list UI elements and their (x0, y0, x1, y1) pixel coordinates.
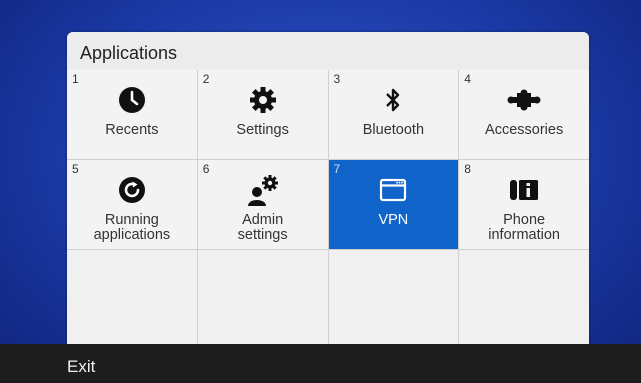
empty-tile (459, 250, 589, 344)
applications-grid: 1 Recents 2 Settings 3 Bluetooth 4 Acces… (67, 70, 589, 344)
app-tile-settings[interactable]: 2 Settings (197, 70, 328, 159)
app-tile-bluetooth[interactable]: 3 Bluetooth (328, 70, 459, 159)
clock-icon (115, 83, 149, 117)
phone-info-icon (507, 173, 541, 207)
app-tile-phone-information[interactable]: 8 Phone information (459, 160, 589, 249)
tile-number: 7 (333, 162, 341, 176)
running-apps-icon (115, 173, 149, 207)
app-tile-accessories[interactable]: 4 Accessories (459, 70, 589, 159)
bluetooth-icon (376, 83, 410, 117)
tile-label: Running applications (93, 212, 171, 243)
tile-label: Phone information (488, 212, 560, 243)
admin-settings-icon (246, 173, 280, 207)
tile-label: Admin settings (237, 212, 288, 243)
panel-title: Applications (67, 32, 589, 70)
empty-tile (67, 250, 197, 344)
applications-panel: Applications 1 Recents 2 Settings 3 Blue… (67, 32, 589, 344)
empty-tile (197, 250, 328, 344)
tile-label: Settings (236, 122, 289, 138)
tile-number: 5 (72, 162, 79, 176)
tile-label: Bluetooth (362, 122, 425, 138)
exit-button[interactable]: Exit (67, 357, 95, 377)
puzzle-icon (507, 83, 541, 117)
tile-number: 8 (464, 162, 471, 176)
tile-label: Accessories (485, 122, 564, 138)
tile-number: 2 (202, 72, 210, 86)
tile-number: 4 (464, 72, 471, 86)
empty-tile (328, 250, 459, 344)
app-tile-recents[interactable]: 1 Recents (67, 70, 197, 159)
window-icon (376, 173, 410, 207)
tile-number: 6 (202, 162, 210, 176)
gear-icon (246, 83, 280, 117)
app-tile-vpn[interactable]: 7 VPN (328, 160, 459, 249)
tile-number: 1 (72, 72, 79, 86)
tile-label: VPN (378, 212, 409, 228)
tile-number: 3 (333, 72, 341, 86)
tile-label: Recents (105, 122, 159, 138)
app-tile-running-applications[interactable]: 5 Running applications (67, 160, 197, 249)
footer-bar: Exit (0, 344, 641, 383)
app-tile-admin-settings[interactable]: 6 Admin settings (197, 160, 328, 249)
